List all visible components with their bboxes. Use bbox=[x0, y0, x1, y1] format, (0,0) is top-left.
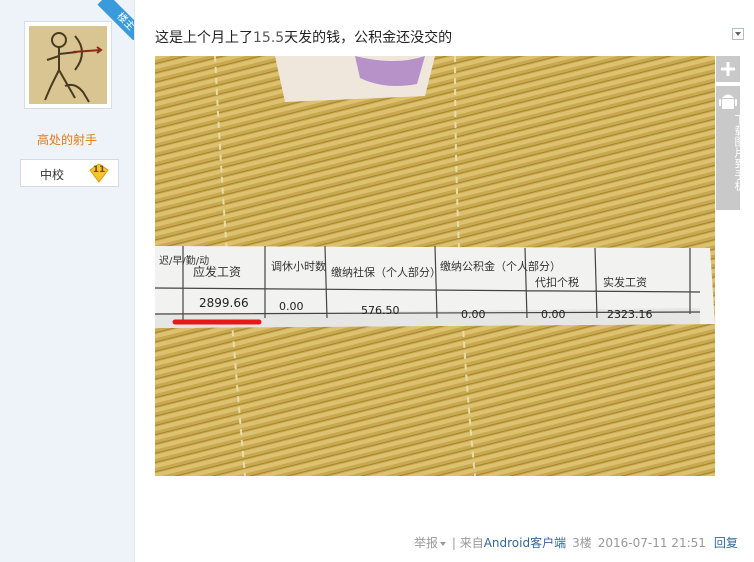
header-housing-fund: 缴纳公积金（个人部分） bbox=[440, 259, 561, 273]
op-ribbon: 楼主 bbox=[94, 0, 134, 40]
payslip-photo: 迟/早/勤/动 应发工资 调休小时数 缴纳社保（个人部分） 缴纳公积金（个人部分… bbox=[154, 55, 715, 477]
post-menu-dropdown[interactable] bbox=[732, 28, 744, 40]
download-label: 下载图片到手机 bbox=[733, 114, 746, 191]
floor-number: 3楼 bbox=[572, 536, 592, 550]
reply-link[interactable]: 回复 bbox=[714, 536, 738, 550]
zoom-button[interactable] bbox=[716, 56, 740, 82]
column-divider bbox=[134, 0, 135, 562]
download-to-phone-button[interactable]: 下载图片到手机 bbox=[716, 86, 746, 210]
value-housing-fund: 0.00 bbox=[461, 308, 486, 321]
post-text: 这是上个月上了15.5天发的钱，公积金还没交的 bbox=[155, 27, 452, 47]
header-leave-hours: 调休小时数 bbox=[271, 260, 326, 273]
op-badge-label: 楼主 bbox=[97, 0, 134, 40]
value-tax: 0.00 bbox=[541, 308, 566, 321]
header-social-insurance: 缴纳社保（个人部分） bbox=[331, 265, 441, 279]
rank-label: 中校 bbox=[39, 168, 64, 182]
post-text-suffix: 天发的钱，公积金还没交的 bbox=[284, 30, 453, 46]
post-time: 2016-07-11 21:51 bbox=[597, 536, 706, 550]
from-prefix: 来自 bbox=[459, 536, 484, 550]
header-net-pay: 实发工资 bbox=[603, 275, 647, 289]
header-tax: 代扣个税 bbox=[535, 275, 579, 289]
plus-icon bbox=[721, 62, 735, 76]
header-gross-pay: 应发工资 bbox=[193, 264, 241, 279]
level-badge[interactable]: 11 bbox=[89, 163, 109, 183]
value-leave-hours: 0.00 bbox=[279, 300, 304, 313]
level-number: 11 bbox=[92, 165, 106, 175]
value-social-insurance: 576.50 bbox=[361, 304, 400, 317]
android-icon bbox=[719, 94, 737, 109]
username[interactable]: 高处的射手 bbox=[0, 131, 134, 148]
value-net-pay: 2323.16 bbox=[607, 308, 653, 321]
post-text-number: 15.5 bbox=[253, 30, 285, 46]
client-link[interactable]: Android客户端 bbox=[484, 536, 566, 550]
value-gross-pay: 2899.66 bbox=[199, 296, 249, 310]
post-text-prefix: 这是上个月上了 bbox=[155, 30, 253, 46]
report-dropdown-icon[interactable] bbox=[440, 541, 447, 546]
report-link[interactable]: 举报 bbox=[414, 536, 438, 550]
post-meta: 举报 | 来自Android客户端 3楼 2016-07-11 21:51 回复 bbox=[414, 536, 738, 550]
rank-box: 中校 11 bbox=[20, 159, 119, 187]
post-photo[interactable]: 迟/早/勤/动 应发工资 调休小时数 缴纳社保（个人部分） 缴纳公积金（个人部分… bbox=[154, 55, 715, 477]
